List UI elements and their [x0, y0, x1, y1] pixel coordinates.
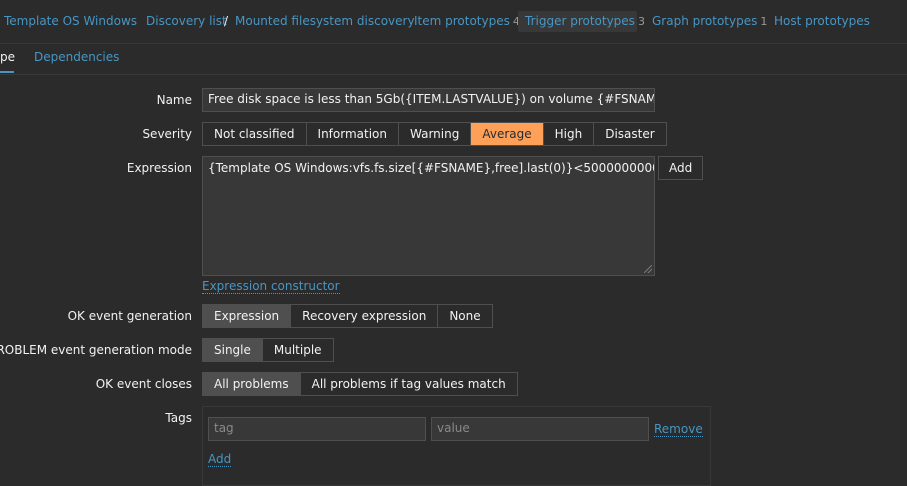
nav-trigger-prototypes-count: 3: [637, 15, 645, 28]
nav-host-prototypes[interactable]: Host prototypes: [774, 14, 870, 28]
expression-label: Expression: [126, 161, 192, 175]
breadcrumb-separator: /: [224, 14, 229, 28]
ok-event-generation-none[interactable]: None: [438, 305, 492, 327]
breadcrumb-template[interactable]: Template OS Windows: [4, 14, 137, 28]
tab-dependencies[interactable]: Dependencies: [34, 50, 119, 64]
ok-event-closes-selector: All problems All problems if tag values …: [202, 372, 518, 396]
breadcrumb-discovery-list[interactable]: Discovery list: [146, 14, 227, 28]
ok-event-generation-expression[interactable]: Expression: [203, 305, 292, 327]
severity-average[interactable]: Average: [471, 123, 544, 145]
severity-warning[interactable]: Warning: [399, 123, 472, 145]
problem-mode-selector: Single Multiple: [202, 338, 334, 362]
ok-event-generation-selector: Expression Recovery expression None: [202, 304, 493, 328]
ok-event-generation-label: OK event generation: [67, 309, 192, 323]
tab-trigger-prototype[interactable]: pe: [0, 50, 15, 64]
severity-label: Severity: [142, 127, 192, 141]
tag-add-link[interactable]: Add: [208, 452, 232, 467]
severity-information[interactable]: Information: [306, 123, 399, 145]
problem-mode-single[interactable]: Single: [203, 339, 263, 361]
nav-graph-prototypes-count: 1: [760, 15, 768, 28]
ok-event-closes-tag-match[interactable]: All problems if tag values match: [300, 373, 517, 395]
expression-textarea[interactable]: {Template OS Windows:vfs.fs.size[{#FSNAM…: [202, 156, 655, 276]
problem-mode-label: PROBLEM event generation mode: [0, 343, 192, 357]
form-tabs: pe Dependencies: [0, 44, 907, 75]
nav-graph-prototypes[interactable]: Graph prototypes 1: [652, 14, 767, 28]
severity-selector: Not classified Information Warning Avera…: [202, 122, 667, 146]
expression-text: {Template OS Windows:vfs.fs.size[{#FSNAM…: [208, 161, 655, 175]
tag-remove-link[interactable]: Remove: [654, 422, 703, 437]
active-tab-indicator: [0, 71, 14, 73]
expression-constructor-link[interactable]: Expression constructor: [202, 279, 340, 294]
header-nav: Template OS Windows Discovery list / Mou…: [0, 0, 907, 44]
tags-label: Tags: [165, 411, 192, 425]
breadcrumb-discovery-rule[interactable]: Mounted filesystem discovery: [235, 14, 415, 28]
nav-item-prototypes[interactable]: Item prototypes 4: [414, 14, 520, 28]
name-label: Name: [156, 93, 192, 107]
trigger-prototype-form: Name Free disk space is less than 5Gb({I…: [0, 75, 907, 486]
severity-not-classified[interactable]: Not classified: [203, 123, 307, 145]
nav-item-prototypes-label: Item prototypes: [414, 14, 510, 28]
severity-high[interactable]: High: [543, 123, 595, 145]
tag-value-input[interactable]: value: [431, 417, 649, 441]
tag-name-input[interactable]: tag: [208, 417, 426, 441]
ok-event-generation-recovery[interactable]: Recovery expression: [291, 305, 439, 327]
ok-event-closes-all[interactable]: All problems: [203, 373, 301, 395]
name-input[interactable]: Free disk space is less than 5Gb({ITEM.L…: [202, 88, 655, 112]
nav-trigger-prototypes[interactable]: Trigger prototypes 3: [525, 14, 645, 28]
nav-trigger-prototypes-label: Trigger prototypes: [525, 14, 635, 28]
resize-grip-icon[interactable]: [644, 265, 652, 273]
problem-mode-multiple[interactable]: Multiple: [262, 339, 333, 361]
expression-add-button[interactable]: Add: [658, 156, 704, 180]
ok-event-closes-label: OK event closes: [95, 377, 192, 391]
severity-disaster[interactable]: Disaster: [594, 123, 666, 145]
nav-graph-prototypes-label: Graph prototypes: [652, 14, 758, 28]
